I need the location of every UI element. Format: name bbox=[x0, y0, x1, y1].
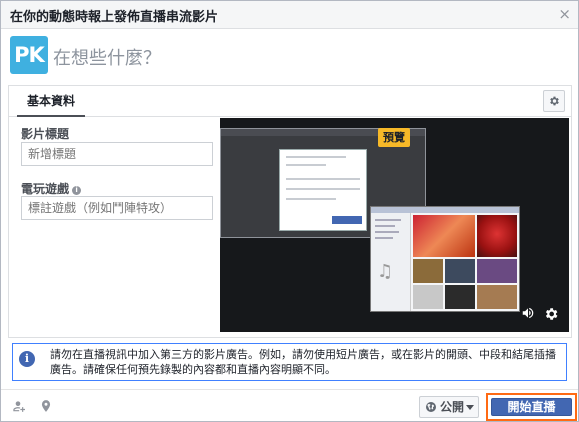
album-cover bbox=[413, 259, 443, 283]
globe-icon bbox=[426, 402, 436, 412]
album-cover bbox=[477, 285, 517, 309]
thumb-line bbox=[286, 188, 360, 190]
window-sidebar: ♫ bbox=[371, 213, 411, 311]
tab-bar: 基本資料 bbox=[9, 86, 571, 117]
album-cover bbox=[445, 259, 475, 283]
thumb-line bbox=[286, 198, 336, 200]
album-cover bbox=[445, 285, 475, 309]
side-line bbox=[375, 231, 399, 233]
side-line bbox=[375, 237, 393, 239]
privacy-selector[interactable]: 公開 bbox=[419, 396, 479, 418]
thumb-line bbox=[286, 164, 326, 166]
notice-text: 請勿在直播視訊中加入第三方的影片廣告。例如，請勿使用短片廣告，或在影片的開頭、中… bbox=[50, 348, 556, 376]
album-cover bbox=[413, 285, 443, 309]
side-line bbox=[375, 219, 401, 221]
composer-placeholder[interactable]: 在想些什麼？ bbox=[53, 44, 161, 70]
ad-policy-notice: i 請勿在直播視訊中加入第三方的影片廣告。例如，請勿使用短片廣告，或在影片的開頭… bbox=[12, 343, 567, 381]
dialog-title: 在你的動態時報上發佈直播串流影片 bbox=[10, 10, 219, 25]
tag-people-icon[interactable] bbox=[11, 399, 25, 413]
preview-settings-icon[interactable] bbox=[543, 306, 559, 322]
tab-basic-info[interactable]: 基本資料 bbox=[17, 86, 85, 117]
preview-badge: 預覽 bbox=[378, 128, 410, 147]
preview-music-window: ♫ bbox=[370, 206, 520, 312]
thumb-button bbox=[332, 216, 362, 224]
album-cover bbox=[477, 259, 517, 283]
info-icon: i bbox=[19, 351, 35, 367]
thumb-line bbox=[286, 178, 360, 180]
game-label: 電玩遊戲 i bbox=[21, 180, 82, 197]
location-pin-icon[interactable] bbox=[39, 399, 53, 413]
side-line bbox=[375, 225, 395, 227]
thumb-line bbox=[286, 156, 346, 158]
gear-icon bbox=[550, 96, 559, 106]
video-title-input[interactable] bbox=[21, 142, 213, 166]
privacy-label: 公開 bbox=[440, 400, 465, 414]
video-title-label: 影片標題 bbox=[21, 127, 70, 141]
live-video-dialog: 在你的動態時報上發佈直播串流影片 × PK 在想些什麼？ 基本資料 影片標題 電… bbox=[0, 0, 579, 422]
dialog-thumbnail bbox=[279, 149, 367, 231]
go-live-highlight: 開始直播 bbox=[486, 393, 577, 421]
chevron-down-icon bbox=[466, 405, 474, 410]
album-cover bbox=[477, 215, 517, 257]
dialog-footer: 公開 開始直播 bbox=[1, 389, 578, 421]
close-icon[interactable]: × bbox=[558, 4, 571, 24]
info-icon[interactable]: i bbox=[72, 186, 82, 195]
dialog-header: 在你的動態時報上發佈直播串流影片 × bbox=[1, 1, 578, 29]
settings-button[interactable] bbox=[543, 90, 565, 112]
video-preview: 預覽 ♫ bbox=[220, 118, 569, 332]
game-tag-input[interactable] bbox=[21, 196, 213, 220]
profile-avatar: PK bbox=[10, 36, 48, 74]
composer[interactable]: PK 在想些什麼？ bbox=[1, 30, 578, 78]
volume-icon[interactable] bbox=[521, 306, 535, 320]
game-label-text: 電玩遊戲 bbox=[21, 182, 70, 196]
album-cover bbox=[413, 215, 475, 257]
go-live-button[interactable]: 開始直播 bbox=[491, 398, 572, 416]
settings-panel: 基本資料 影片標題 電玩遊戲i 預覽 bbox=[8, 85, 572, 338]
music-note-icon: ♫ bbox=[377, 261, 394, 282]
